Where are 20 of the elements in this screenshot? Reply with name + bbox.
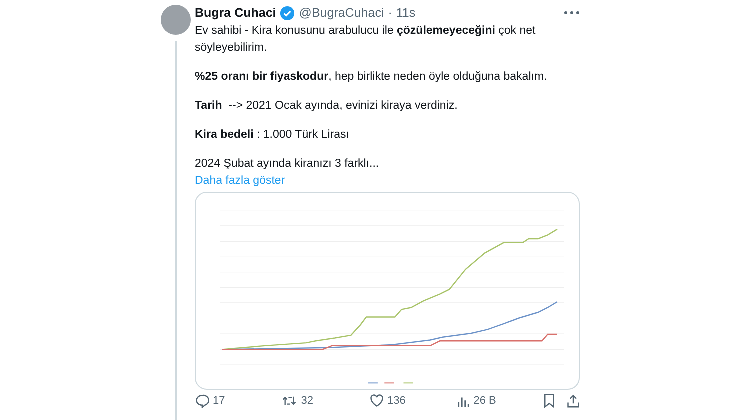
separator: · bbox=[388, 6, 392, 20]
avatar[interactable] bbox=[160, 5, 190, 35]
tweet-text: Ev sahibi - Kira konusunu arabulucu ile çözülemeyeceğini çok net söyleyebilirim. bbox=[195, 24, 537, 56]
author-handle[interactable]: @BugraCuhaci bbox=[299, 6, 384, 20]
action-count: 26 B bbox=[474, 395, 496, 407]
action-count: 136 bbox=[388, 395, 406, 407]
tweet-text: Tarih --> 2021 Ocak ayında, evinizi kiraya verdiniz. bbox=[195, 99, 459, 114]
tweet-text: Kira bedeli : 1.000 Türk Lirası bbox=[195, 128, 350, 143]
action-count: 32 bbox=[301, 395, 314, 407]
share-icon[interactable] bbox=[567, 394, 580, 408]
more-options-icon[interactable] bbox=[564, 11, 580, 15]
repost-icon[interactable] bbox=[282, 394, 298, 408]
bookmark-icon[interactable] bbox=[544, 394, 555, 408]
action-count: 17 bbox=[213, 395, 226, 407]
reply-icon[interactable] bbox=[195, 394, 209, 408]
tweet-text: %25 oranı bir fiyaskodur, hep birlikte neden öyle olduğuna bakalım. bbox=[195, 70, 548, 85]
author-name[interactable]: Bugra Cuhaci bbox=[195, 6, 276, 20]
heart-icon[interactable] bbox=[370, 394, 384, 408]
post-time[interactable]: 11s bbox=[396, 6, 416, 20]
tweet-text: 2024 Şubat ayında kiranızı 3 farklı... bbox=[195, 157, 380, 172]
